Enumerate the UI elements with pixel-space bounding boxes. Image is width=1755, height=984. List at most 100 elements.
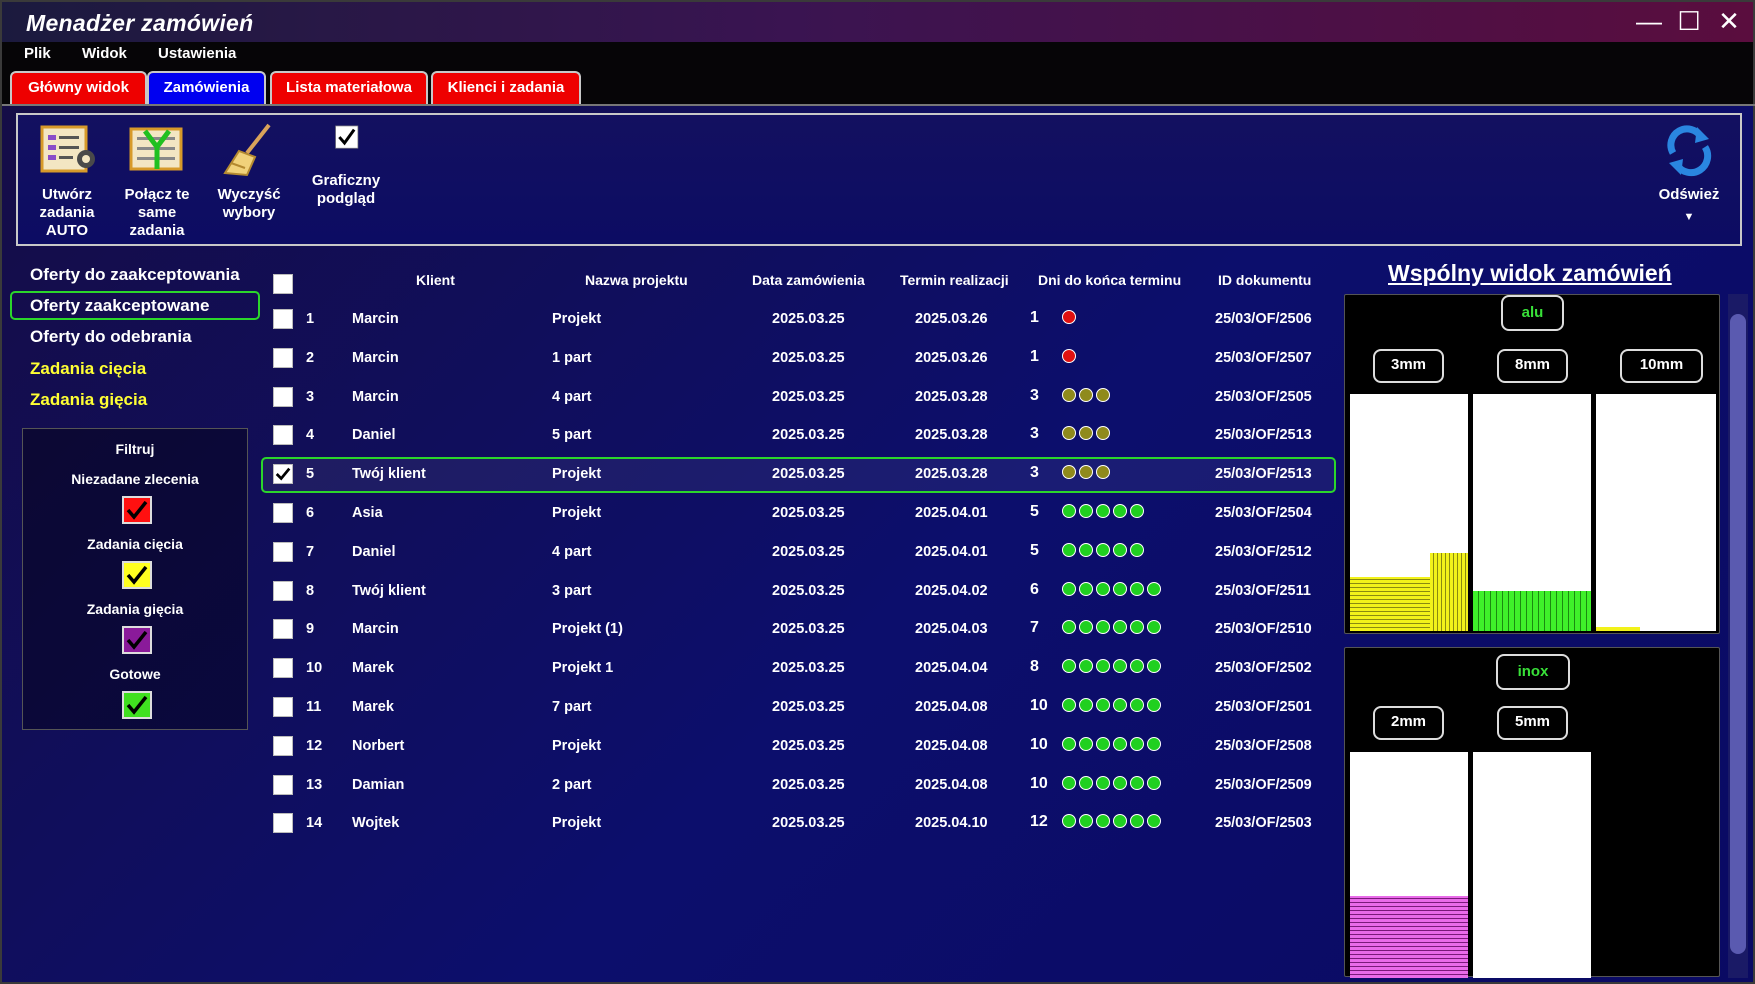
thickness-8mm[interactable]: 8mm (1497, 349, 1568, 383)
row-client: Marcin (352, 350, 399, 366)
table-row[interactable]: 3 Marcin 4 part 2025.03.25 2025.03.28 3 25/03/… (262, 379, 1337, 415)
header-order-date[interactable]: Data zamówienia (752, 272, 865, 288)
header-client[interactable]: Klient (416, 272, 455, 288)
status-dot (1113, 659, 1127, 673)
status-dot (1062, 310, 1076, 324)
table-row[interactable]: 11 Marek 7 part 2025.03.25 2025.04.08 10 25/03… (262, 689, 1337, 725)
row-checkbox[interactable] (273, 775, 293, 795)
status-dot (1130, 776, 1144, 790)
menu-view[interactable]: Widok (82, 45, 127, 62)
status-dot (1130, 620, 1144, 634)
status-dot (1147, 814, 1161, 828)
minimize-icon[interactable]: — (1634, 8, 1664, 36)
row-order-date: 2025.03.25 (772, 505, 845, 521)
thickness-2mm[interactable]: 2mm (1373, 706, 1444, 740)
row-days-left: 3 (1030, 425, 1039, 442)
refresh-button[interactable]: Odśwież ▼ (1654, 123, 1724, 226)
row-order-date: 2025.03.25 (772, 311, 845, 327)
row-days-left: 10 (1030, 736, 1048, 753)
maximize-icon[interactable]: ☐ (1674, 8, 1704, 36)
row-client: Damian (352, 777, 405, 793)
status-dot (1062, 776, 1076, 790)
nav-offers-accepted[interactable]: Oferty zaakceptowane (30, 296, 210, 316)
table-row[interactable]: 1 Marcin Projekt 2025.03.25 2025.03.26 1 25/03… (262, 301, 1337, 337)
status-dot (1079, 388, 1093, 402)
deadline-indicator (1062, 737, 1161, 751)
header-project[interactable]: Nazwa projektu (585, 272, 688, 288)
broom-icon (223, 123, 271, 177)
preview-scrollbar[interactable] (1728, 294, 1748, 978)
cut-parts-block (1350, 896, 1468, 978)
table-row[interactable]: 13 Damian 2 part 2025.03.25 2025.04.08 10 25/0… (262, 767, 1337, 803)
row-checkbox[interactable] (273, 464, 293, 484)
row-checkbox[interactable] (273, 813, 293, 833)
thickness-5mm[interactable]: 5mm (1497, 706, 1568, 740)
select-all-checkbox[interactable] (273, 274, 293, 294)
close-icon[interactable]: ✕ (1714, 8, 1744, 36)
table-row[interactable]: 6 Asia Projekt 2025.03.25 2025.04.01 5 25/03/O… (262, 495, 1337, 531)
row-days-left: 10 (1030, 697, 1048, 714)
table-row[interactable]: 10 Marek Projekt 1 2025.03.25 2025.04.04 8 25/… (262, 650, 1337, 686)
deadline-indicator (1062, 349, 1076, 363)
table-row[interactable]: 14 Wojtek Projekt 2025.03.25 2025.04.10 12 25/… (262, 805, 1337, 841)
graphic-preview-toggle[interactable]: Graficzny podgląd (306, 123, 386, 208)
sheet-preview-inox-5mm[interactable] (1473, 752, 1591, 978)
filter-cutting-checkbox[interactable] (122, 561, 152, 589)
thickness-3mm[interactable]: 3mm (1373, 349, 1444, 383)
row-checkbox[interactable] (273, 309, 293, 329)
header-days-left[interactable]: Dni do końca terminu (1038, 272, 1181, 288)
row-due-date: 2025.04.03 (915, 621, 988, 637)
row-checkbox[interactable] (273, 658, 293, 678)
table-row[interactable]: 9 Marcin Projekt (1) 2025.03.25 2025.04.03 7 2… (262, 611, 1337, 647)
tab-main-view[interactable]: Główny widok (10, 71, 147, 104)
material-label-inox: inox (1496, 654, 1570, 690)
row-checkbox[interactable] (273, 619, 293, 639)
sheet-preview-alu-3mm[interactable] (1350, 394, 1468, 631)
header-document-id[interactable]: ID dokumentu (1218, 272, 1311, 288)
row-checkbox[interactable] (273, 542, 293, 562)
status-dot (1130, 737, 1144, 751)
filter-done-checkbox[interactable] (122, 691, 152, 719)
table-row[interactable]: 8 Twój klient 3 part 2025.03.25 2025.04.02 6 2… (262, 573, 1337, 609)
scrollbar-thumb[interactable] (1730, 314, 1746, 954)
nav-offers-to-accept[interactable]: Oferty do zaakceptowania (30, 265, 240, 285)
nav-cutting-tasks[interactable]: Zadania cięcia (30, 359, 146, 379)
table-row[interactable]: 2 Marcin 1 part 2025.03.25 2025.03.26 1 25/03/… (262, 340, 1337, 376)
row-checkbox[interactable] (273, 425, 293, 445)
sheet-preview-inox-2mm[interactable] (1350, 752, 1468, 978)
header-due-date[interactable]: Termin realizacji (900, 272, 1009, 288)
row-number: 8 (306, 583, 315, 599)
filter-bending-checkbox[interactable] (122, 626, 152, 654)
create-auto-button[interactable]: Utwórz zadania AUTO (36, 123, 98, 240)
tab-clients-tasks[interactable]: Klienci i zadania (431, 71, 581, 104)
row-days-left: 10 (1030, 775, 1048, 792)
row-checkbox[interactable] (273, 503, 293, 523)
table-row[interactable]: 12 Norbert Projekt 2025.03.25 2025.04.08 10 25… (262, 728, 1337, 764)
row-client: Marek (352, 660, 394, 676)
table-row[interactable]: 5 Twój klient Projekt 2025.03.25 2025.03.28 3… (262, 456, 1337, 492)
clear-selection-button[interactable]: Wyczyść wybory (214, 123, 284, 222)
row-project: 7 part (552, 699, 592, 715)
row-checkbox[interactable] (273, 348, 293, 368)
menu-file[interactable]: Plik (24, 45, 51, 62)
row-project: Projekt (552, 505, 602, 521)
nav-bending-tasks[interactable]: Zadania gięcia (30, 390, 147, 410)
row-number: 6 (306, 505, 315, 521)
row-checkbox[interactable] (273, 697, 293, 717)
row-order-date: 2025.03.25 (772, 350, 845, 366)
sheet-preview-alu-8mm[interactable] (1473, 394, 1591, 631)
table-row[interactable]: 4 Daniel 5 part 2025.03.25 2025.03.28 3 25/03/… (262, 417, 1337, 453)
tab-orders[interactable]: Zamówienia (147, 71, 266, 104)
nav-offers-to-collect[interactable]: Oferty do odebrania (30, 327, 192, 347)
row-checkbox[interactable] (273, 387, 293, 407)
tab-material-list[interactable]: Lista materiałowa (270, 71, 428, 104)
sheet-preview-alu-10mm[interactable] (1596, 394, 1716, 631)
row-checkbox[interactable] (273, 736, 293, 756)
thickness-10mm[interactable]: 10mm (1620, 349, 1703, 383)
dropdown-arrow-icon[interactable]: ▼ (1654, 208, 1724, 226)
menu-settings[interactable]: Ustawienia (158, 45, 236, 62)
filter-unassigned-checkbox[interactable] (122, 496, 152, 524)
merge-tasks-button[interactable]: Połącz te same zadania (122, 123, 192, 240)
row-checkbox[interactable] (273, 581, 293, 601)
table-row[interactable]: 7 Daniel 4 part 2025.03.25 2025.04.01 5 25/03/… (262, 534, 1337, 570)
